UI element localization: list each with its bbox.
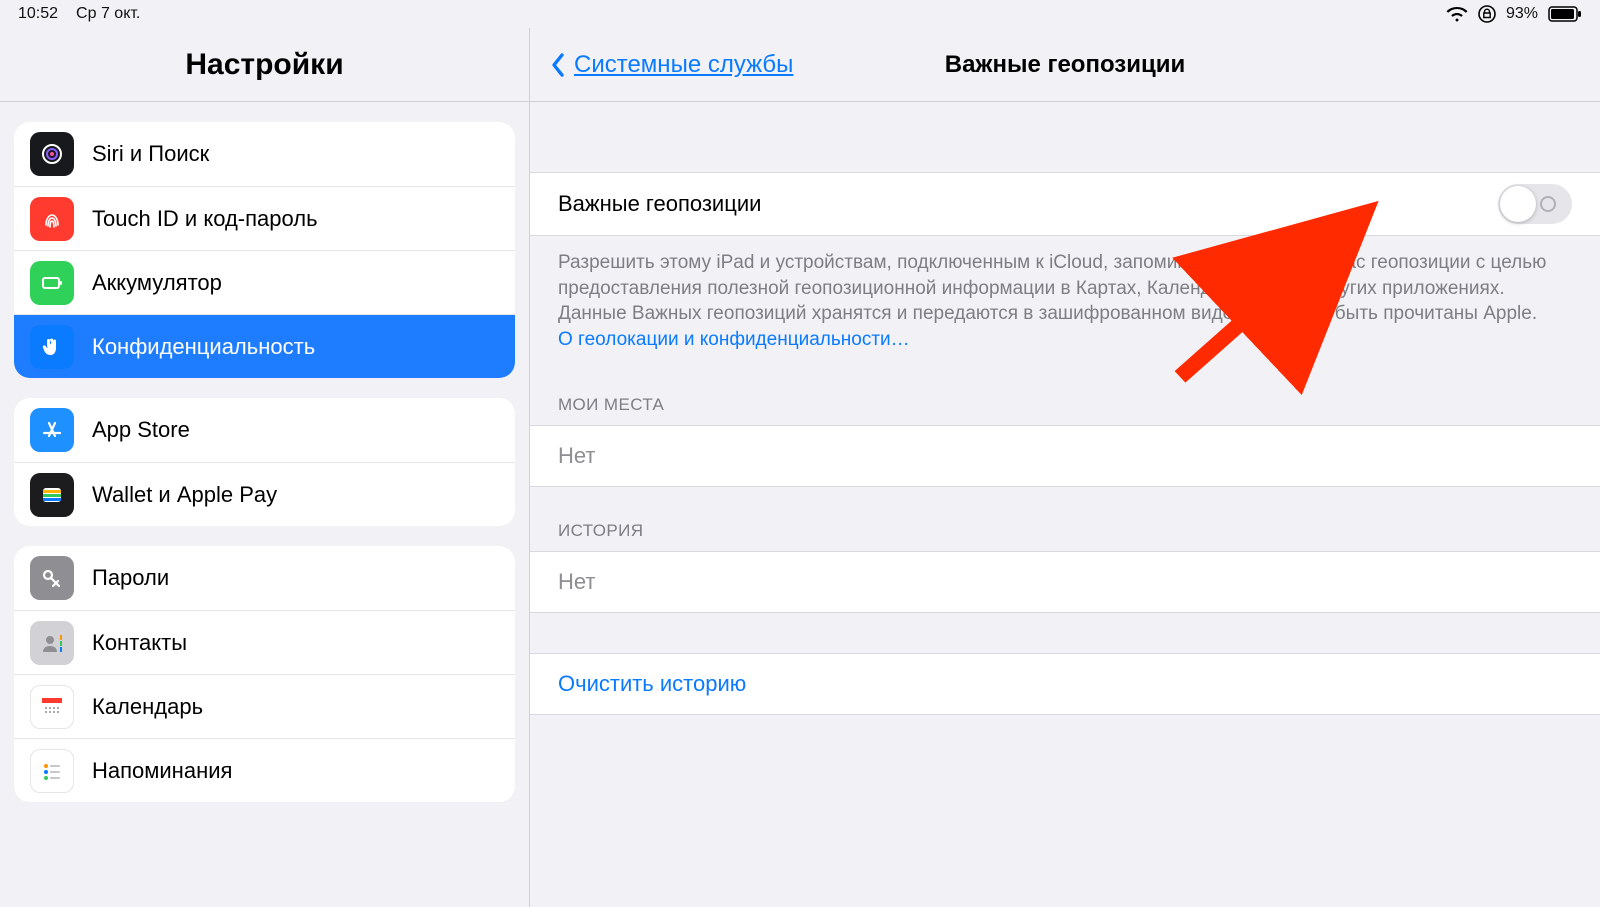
sidebar-item-label: Контакты — [92, 630, 187, 656]
status-battery-pct: 93% — [1506, 5, 1538, 23]
chevron-left-icon — [548, 51, 568, 79]
sidebar-item-label: Календарь — [92, 694, 203, 720]
significant-locations-toggle[interactable] — [1498, 184, 1572, 224]
sidebar-item-contacts[interactable]: Контакты — [14, 610, 515, 674]
sidebar-group: App Store Wallet и Apple Pay — [14, 398, 515, 526]
description-block: Разрешить этому iPad и устройствам, подк… — [530, 236, 1600, 361]
sidebar-item-appstore[interactable]: App Store — [14, 398, 515, 462]
detail-header: Системные службы Важные геопозиции — [530, 28, 1600, 102]
appstore-icon — [30, 408, 74, 452]
battery-icon — [1548, 6, 1582, 22]
history-value-row: Нет — [530, 551, 1600, 613]
fingerprint-icon — [30, 197, 74, 241]
battery-icon — [30, 261, 74, 305]
sidebar-title: Настройки — [185, 48, 343, 82]
sidebar-item-privacy[interactable]: Конфиденциальность — [14, 314, 515, 378]
section-header-places: МОИ МЕСТА — [530, 361, 1600, 425]
wallet-icon — [30, 473, 74, 517]
reminders-icon — [30, 749, 74, 793]
sidebar-item-reminders[interactable]: Напоминания — [14, 738, 515, 802]
toggle-label: Важные геопозиции — [558, 191, 761, 217]
hand-icon — [30, 325, 74, 369]
sidebar-item-label: Siri и Поиск — [92, 141, 209, 167]
history-value: Нет — [558, 569, 595, 595]
status-date: Ср 7 окт. — [76, 5, 140, 23]
sidebar-item-battery[interactable]: Аккумулятор — [14, 250, 515, 314]
sidebar-group: Siri и Поиск Touch ID и код-пароль Аккум… — [14, 122, 515, 378]
calendar-icon — [30, 685, 74, 729]
sidebar-item-label: Аккумулятор — [92, 270, 222, 296]
settings-sidebar: Настройки Siri и Поиск Touch — [0, 28, 530, 907]
sidebar-item-passwords[interactable]: Пароли — [14, 546, 515, 610]
places-value-row: Нет — [530, 425, 1600, 487]
key-icon — [30, 556, 74, 600]
detail-pane: Системные службы Важные геопозиции Важны… — [530, 28, 1600, 907]
sidebar-header: Настройки — [0, 28, 529, 102]
sidebar-item-label: Пароли — [92, 565, 169, 591]
sidebar-group: Пароли Контакты Календарь — [14, 546, 515, 802]
back-button[interactable]: Системные службы — [530, 51, 793, 79]
status-time: 10:52 — [18, 5, 58, 23]
sidebar-item-wallet[interactable]: Wallet и Apple Pay — [14, 462, 515, 526]
status-bar: 10:52 Ср 7 окт. 93% — [0, 0, 1600, 28]
sidebar-item-calendar[interactable]: Календарь — [14, 674, 515, 738]
sidebar-item-label: Конфиденциальность — [92, 334, 315, 360]
sidebar-item-label: App Store — [92, 417, 190, 443]
sidebar-item-touchid[interactable]: Touch ID и код-пароль — [14, 186, 515, 250]
clear-history-button[interactable]: Очистить историю — [530, 653, 1600, 715]
description-text: Разрешить этому iPad и устройствам, подк… — [558, 252, 1546, 324]
sidebar-item-siri[interactable]: Siri и Поиск — [14, 122, 515, 186]
sidebar-item-label: Wallet и Apple Pay — [92, 482, 277, 508]
back-label: Системные службы — [574, 51, 793, 79]
sidebar-item-label: Touch ID и код-пароль — [92, 206, 318, 232]
significant-locations-row: Важные геопозиции — [530, 172, 1600, 236]
contacts-icon — [30, 621, 74, 665]
wifi-icon — [1446, 6, 1468, 22]
places-value: Нет — [558, 443, 595, 469]
sidebar-item-label: Напоминания — [92, 758, 232, 784]
orientation-lock-icon — [1478, 5, 1496, 23]
about-location-privacy-link[interactable]: О геолокации и конфиденциальности… — [558, 329, 910, 350]
siri-icon — [30, 132, 74, 176]
clear-history-label: Очистить историю — [558, 671, 746, 697]
section-header-history: ИСТОРИЯ — [530, 487, 1600, 551]
